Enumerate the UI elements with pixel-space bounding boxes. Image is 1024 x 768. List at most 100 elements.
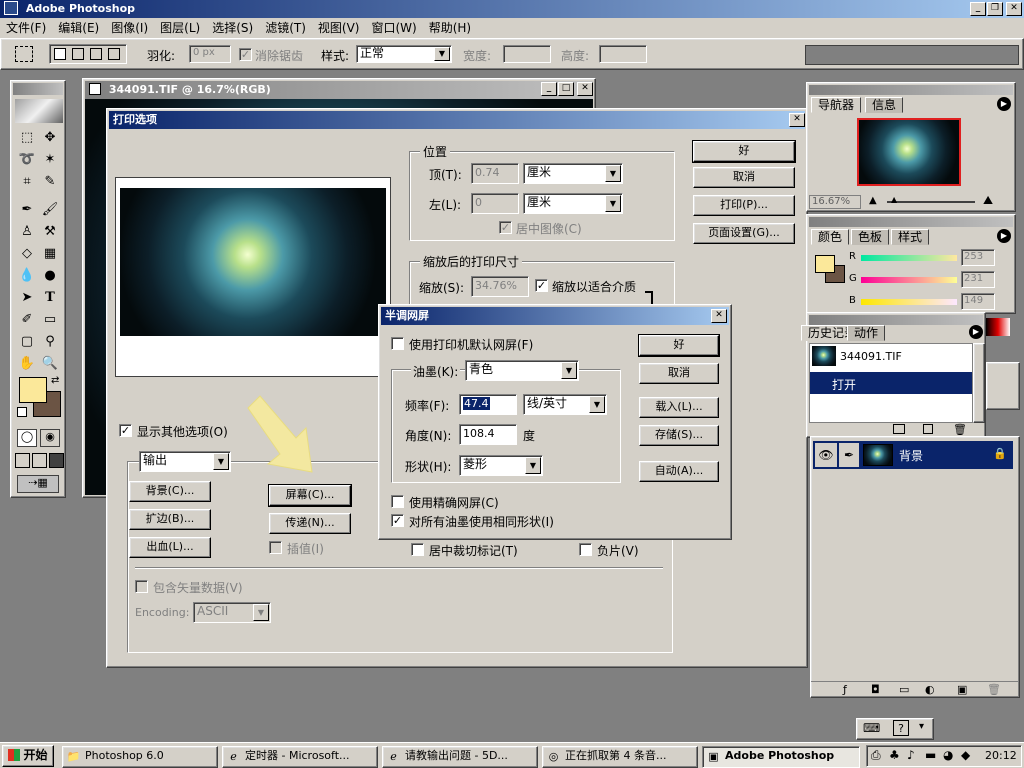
magic-wand-icon[interactable]: ✶: [39, 149, 61, 171]
tab-swatches[interactable]: 色板: [851, 229, 890, 245]
menu-view[interactable]: 视图(V): [312, 18, 366, 38]
history-snapshot-icon[interactable]: [893, 424, 905, 434]
b-input[interactable]: 149: [961, 293, 995, 310]
top-unit-select[interactable]: 厘米 ▼: [523, 163, 623, 184]
menu-image[interactable]: 图像(I): [105, 18, 154, 38]
history-brush-icon[interactable]: ⚒: [39, 221, 61, 243]
slice-icon[interactable]: ✎: [39, 171, 61, 193]
doc-maximize-button[interactable]: □: [558, 82, 574, 96]
zoom-in-icon[interactable]: ⛰: [983, 193, 993, 208]
history-scrollbar[interactable]: [973, 343, 985, 423]
history-snapshot-label[interactable]: 344091.TIF: [840, 350, 902, 363]
path-select-icon[interactable]: ➤: [16, 287, 38, 309]
palette-menu-icon[interactable]: ▶: [997, 229, 1011, 243]
include-vector-checkbox[interactable]: [135, 580, 148, 593]
clock[interactable]: 20:12: [985, 749, 1017, 762]
color-fg-swatch[interactable]: [815, 255, 835, 273]
pen-icon[interactable]: ✐: [16, 309, 38, 331]
move-icon[interactable]: ✥: [39, 127, 61, 149]
stamp-icon[interactable]: ♙: [16, 221, 38, 243]
eye-icon[interactable]: 👁: [815, 443, 837, 467]
style-select[interactable]: 正常 ▼: [356, 45, 452, 63]
add-selection-icon[interactable]: [72, 48, 84, 60]
hand-icon[interactable]: ✋: [16, 353, 38, 375]
chevron-down-icon[interactable]: ▾: [919, 721, 924, 732]
marquee-tool-icon[interactable]: [15, 46, 33, 62]
navigator-preview[interactable]: [811, 114, 1011, 190]
tab-navigator[interactable]: 导航器: [811, 97, 862, 113]
encoding-select[interactable]: ASCII ▼: [193, 602, 271, 623]
r-input[interactable]: 253: [961, 249, 995, 266]
type-icon[interactable]: T: [39, 287, 61, 309]
imageready-jump-icon[interactable]: ⇢▦: [17, 475, 59, 493]
color-ramp[interactable]: [986, 318, 1010, 336]
standard-mode-icon[interactable]: ◯: [17, 429, 37, 447]
gradient-icon[interactable]: ▦: [39, 243, 61, 265]
doc-minimize-button[interactable]: _: [541, 82, 557, 96]
navigator-zoom-value[interactable]: 16.67%: [809, 195, 861, 209]
halftone-cancel-button[interactable]: 取消: [639, 363, 719, 384]
ink-select[interactable]: 青色 ▼: [465, 360, 579, 381]
print-dialog-close-button[interactable]: ✕: [789, 113, 805, 127]
quick-mask-icon[interactable]: ◉: [40, 429, 60, 447]
adjustment-layer-icon[interactable]: ◐: [925, 683, 935, 696]
width-input[interactable]: [503, 45, 551, 63]
paintbrush-icon[interactable]: 🖌: [39, 199, 61, 221]
print-ok-button[interactable]: 好: [692, 140, 796, 163]
layer-set-icon[interactable]: ▭: [899, 683, 909, 696]
screen-mode-full-icon[interactable]: [49, 453, 64, 468]
print-print-button[interactable]: 打印(P)...: [693, 195, 795, 216]
fit-media-checkbox[interactable]: ✓: [535, 279, 548, 292]
screen-mode-full-menu-icon[interactable]: [32, 453, 47, 468]
height-input[interactable]: [599, 45, 647, 63]
r-slider[interactable]: [861, 255, 957, 261]
top-input[interactable]: 0.74: [471, 163, 519, 184]
zoom-slider[interactable]: [887, 201, 975, 203]
menu-help[interactable]: 帮助(H): [423, 18, 477, 38]
menu-select[interactable]: 选择(S): [206, 18, 259, 38]
palette-menu-icon[interactable]: ▶: [969, 325, 983, 339]
feather-input[interactable]: 0 px: [189, 45, 231, 63]
subtract-selection-icon[interactable]: [90, 48, 102, 60]
history-trash-icon[interactable]: 🗑: [953, 423, 967, 436]
frequency-unit-select[interactable]: 线/英寸 ▼: [523, 394, 607, 415]
history-new-doc-icon[interactable]: [923, 424, 933, 434]
notes-icon[interactable]: ▢: [16, 331, 38, 353]
interpolation-checkbox[interactable]: [269, 541, 282, 554]
use-printer-default-checkbox[interactable]: [391, 337, 404, 350]
angle-input[interactable]: 108.4: [459, 424, 517, 445]
new-layer-icon[interactable]: ▣: [957, 683, 967, 696]
history-state-open[interactable]: 打开: [810, 372, 972, 394]
halftone-ok-button[interactable]: 好: [638, 334, 720, 357]
blur-icon[interactable]: 💧: [16, 265, 38, 287]
marquee-icon[interactable]: ⬚: [16, 127, 38, 149]
zoom-out-icon[interactable]: ▲: [869, 195, 877, 206]
app-restore-button[interactable]: ❐: [987, 2, 1003, 16]
show-more-options-checkbox[interactable]: ✓: [119, 424, 132, 437]
menu-filter[interactable]: 滤镜(T): [259, 18, 312, 38]
help-icon[interactable]: ?: [893, 720, 909, 736]
left-input[interactable]: 0: [471, 193, 519, 214]
tab-color[interactable]: 颜色: [811, 229, 850, 245]
b-slider[interactable]: [861, 299, 957, 305]
layer-mask-icon[interactable]: ◘: [871, 683, 880, 696]
lasso-icon[interactable]: ➰: [16, 149, 38, 171]
network-icon[interactable]: ♣: [889, 748, 900, 762]
halftone-close-button[interactable]: ✕: [711, 309, 727, 323]
crop-icon[interactable]: ⌗: [16, 171, 38, 193]
layer-style-icon[interactable]: ƒ: [843, 683, 847, 696]
monitor-icon[interactable]: ▬: [925, 748, 936, 762]
same-shape-checkbox[interactable]: ✓: [391, 514, 404, 527]
app-close-button[interactable]: ✕: [1006, 2, 1022, 16]
tab-styles[interactable]: 样式: [891, 229, 930, 245]
delete-layer-icon[interactable]: 🗑: [987, 683, 1001, 696]
scale-input[interactable]: 34.76%: [471, 276, 529, 297]
swap-colors-icon[interactable]: ⇄: [51, 375, 59, 386]
print-page-setup-button[interactable]: 页面设置(G)...: [693, 223, 795, 244]
frequency-input[interactable]: 47.4: [459, 394, 517, 415]
start-button[interactable]: 开始: [2, 745, 54, 767]
taskbar-item-question[interactable]: ℯ 请教输出问题 - 5D...: [382, 746, 538, 768]
airbrush-icon[interactable]: ✒: [16, 199, 38, 221]
center-image-checkbox[interactable]: ✓: [499, 221, 512, 234]
volume-icon[interactable]: ♪: [907, 748, 915, 762]
